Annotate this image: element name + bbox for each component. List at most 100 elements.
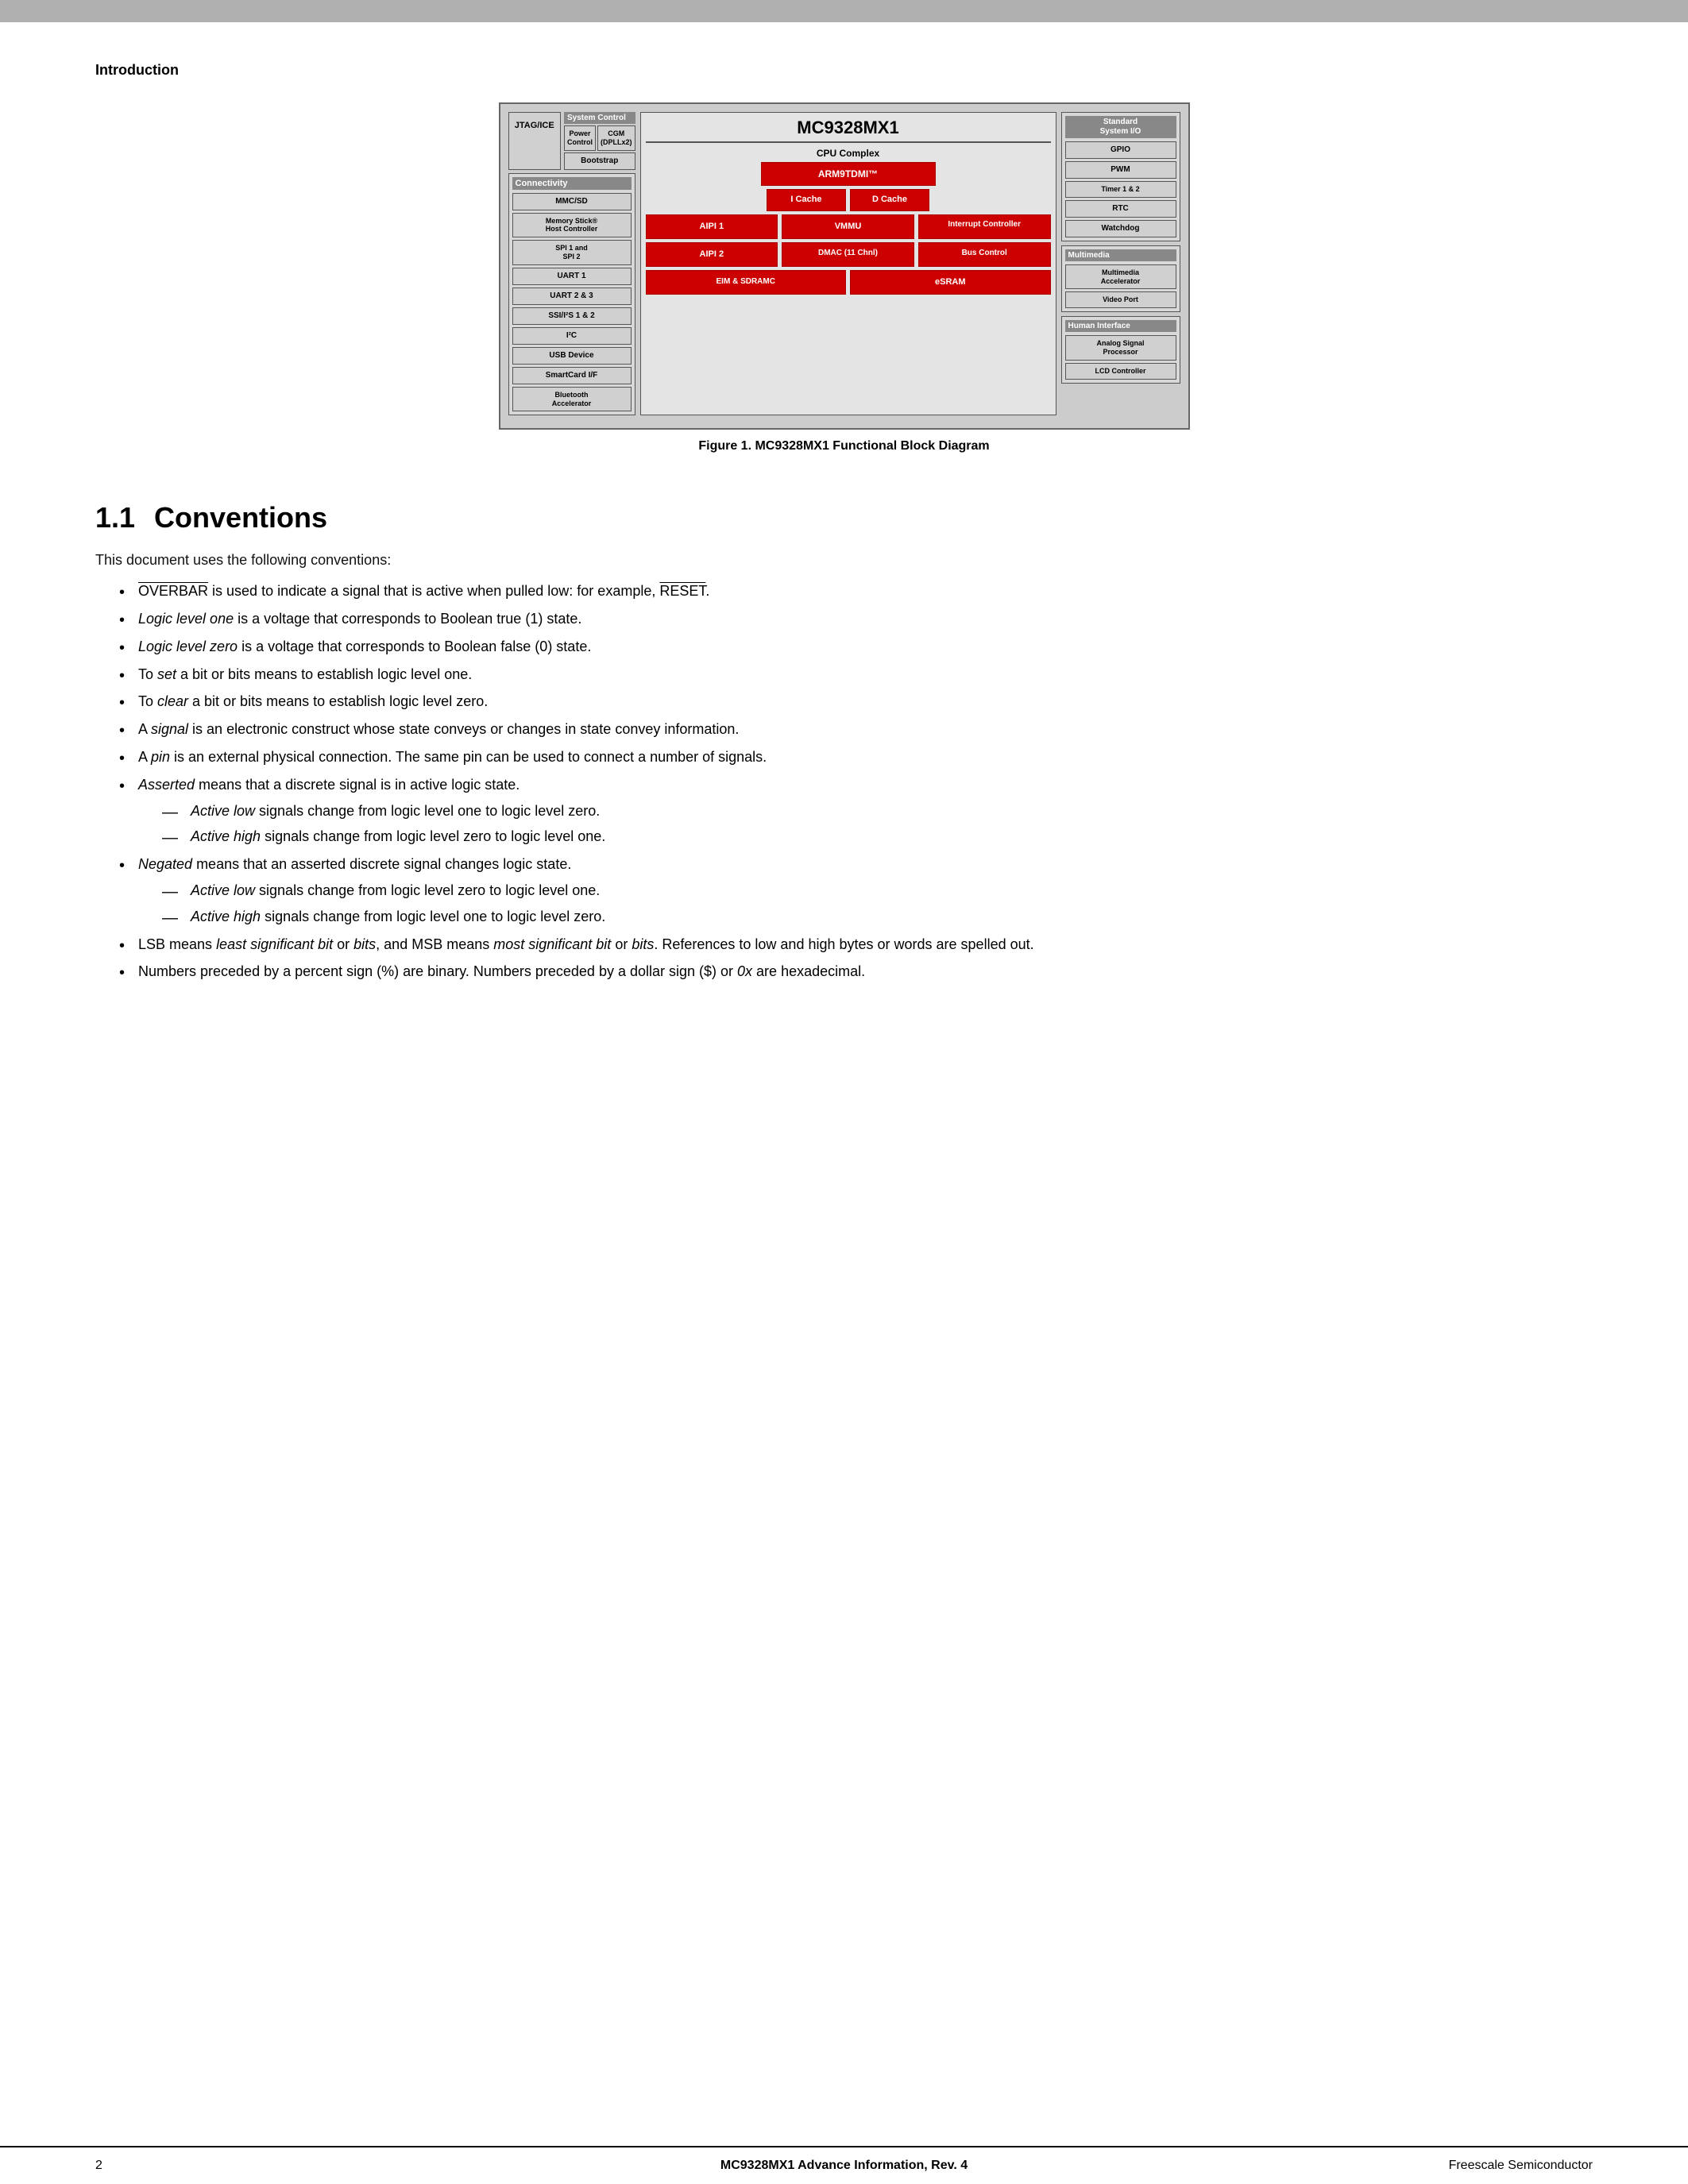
- sub-active-low-2: Active low signals change from logic lev…: [162, 879, 1593, 902]
- cpu-complex-label: CPU Complex: [646, 148, 1051, 159]
- bootstrap-block: Bootstrap: [564, 152, 635, 170]
- footer-company: Freescale Semiconductor: [1449, 2159, 1593, 2173]
- active-low-1: Active low: [191, 803, 255, 819]
- mmc-sd-block: MMC/SD: [512, 193, 632, 210]
- uart1-block: UART 1: [512, 268, 632, 285]
- human-interface-header: Human Interface: [1065, 320, 1176, 332]
- asserted-sub-list: Active low signals change from logic lev…: [162, 800, 1593, 849]
- gpio-block: GPIO: [1065, 141, 1176, 159]
- power-control-block: Power Control: [564, 125, 596, 151]
- footer-doc-title: MC9328MX1 Advance Information, Rev. 4: [720, 2159, 968, 2173]
- ssi-block: SSI/I²S 1 & 2: [512, 307, 632, 325]
- section-title: Conventions: [154, 501, 327, 534]
- set-word: set: [157, 666, 176, 682]
- bullet-negated: Negated means that an asserted discrete …: [119, 853, 1593, 928]
- system-control-header: System Control: [564, 112, 635, 124]
- bullet-asserted: Asserted means that a discrete signal is…: [119, 774, 1593, 848]
- rtc-block: RTC: [1065, 200, 1176, 218]
- active-high-1: Active high: [191, 828, 261, 844]
- dcache-block: D Cache: [850, 189, 929, 210]
- smartcard-block: SmartCard I/F: [512, 367, 632, 384]
- multimedia-header: Multimedia: [1065, 249, 1176, 261]
- jtag-block: JTAG/ICE: [508, 112, 562, 170]
- aipi1-block: AIPI 1: [646, 214, 778, 239]
- bluetooth-block: BluetoothAccelerator: [512, 387, 632, 412]
- active-high-2: Active high: [191, 909, 261, 924]
- lcd-controller-block: LCD Controller: [1065, 363, 1176, 380]
- bullet-pin: A pin is an external physical connection…: [119, 746, 1593, 769]
- reset-overbar: RESET: [659, 583, 705, 599]
- watchdog-block: Watchdog: [1065, 220, 1176, 237]
- negated-sub-list: Active low signals change from logic lev…: [162, 879, 1593, 928]
- conventions-list: OVERBAR is used to indicate a signal tha…: [119, 580, 1593, 983]
- interrupt-block: Interrupt Controller: [918, 214, 1051, 239]
- signal-word: signal: [151, 721, 188, 737]
- analog-signal-block: Analog SignalProcessor: [1065, 335, 1176, 361]
- block-diagram: JTAG/ICE System Control Power Control CG…: [499, 102, 1190, 430]
- i2c-block: I²C: [512, 327, 632, 345]
- dmac-block: DMAC (11 Chnl): [782, 242, 914, 267]
- lsb-text: least significant bit: [216, 936, 333, 952]
- bits-1: bits: [353, 936, 376, 952]
- esram-block: eSRAM: [850, 270, 1051, 295]
- bd-right-section: StandardSystem I/O GPIO PWM Timer 1 & 2 …: [1061, 112, 1180, 415]
- human-interface-section: Human Interface Analog SignalProcessor L…: [1061, 316, 1180, 383]
- section-header: Introduction: [95, 62, 1593, 79]
- usb-device-block: USB Device: [512, 347, 632, 365]
- footer: 2 MC9328MX1 Advance Information, Rev. 4 …: [0, 2146, 1688, 2184]
- icache-block: I Cache: [767, 189, 846, 210]
- eim-block: EIM & SDRAMC: [646, 270, 847, 295]
- bd-top-row: JTAG/ICE System Control Power Control CG…: [508, 112, 1180, 415]
- bullet-set: To set a bit or bits means to establish …: [119, 663, 1593, 686]
- negated-word: Negated: [138, 856, 192, 872]
- pin-word: pin: [151, 749, 170, 765]
- hex-prefix: 0x: [737, 963, 752, 979]
- bits-2: bits: [632, 936, 654, 952]
- uart23-block: UART 2 & 3: [512, 287, 632, 305]
- sub-active-low-1: Active low signals change from logic lev…: [162, 800, 1593, 823]
- logic-level-one: Logic level one: [138, 611, 234, 627]
- active-low-2: Active low: [191, 882, 255, 898]
- pwm-block: PWM: [1065, 161, 1176, 179]
- bus-control-block: Bus Control: [918, 242, 1051, 267]
- vmmu-block: VMMU: [782, 214, 914, 239]
- cgm-block: CGM (DPLLx2): [597, 125, 635, 151]
- section-number: 1.1: [95, 501, 135, 534]
- bullet-signal: A signal is an electronic construct whos…: [119, 718, 1593, 741]
- sub-active-high-1: Active high signals change from logic le…: [162, 825, 1593, 848]
- footer-page-number: 2: [95, 2159, 102, 2173]
- spi-block: SPI 1 andSPI 2: [512, 240, 632, 265]
- arm-block: ARM9TDMI™: [761, 162, 936, 186]
- standard-io-section: StandardSystem I/O GPIO PWM Timer 1 & 2 …: [1061, 112, 1180, 241]
- timer-block: Timer 1 & 2: [1065, 181, 1176, 198]
- connectivity-header: Connectivity: [512, 177, 632, 190]
- bullet-logic-one: Logic level one is a voltage that corres…: [119, 608, 1593, 631]
- chip-name: MC9328MX1: [646, 118, 1051, 143]
- clear-word: clear: [157, 693, 188, 709]
- standard-io-header: StandardSystem I/O: [1065, 116, 1176, 138]
- section-1-1: 1.1 Conventions This document uses the f…: [95, 501, 1593, 983]
- cpu-complex-section: MC9328MX1 CPU Complex ARM9TDMI™ I Cache …: [640, 112, 1056, 415]
- bullet-clear: To clear a bit or bits means to establis…: [119, 690, 1593, 713]
- logic-level-zero: Logic level zero: [138, 639, 238, 654]
- page: Introduction JTAG/ICE System Control Pow…: [0, 0, 1688, 2184]
- connectivity-section: Connectivity MMC/SD Memory Stick®Host Co…: [508, 173, 635, 416]
- overbar-text: OVERBAR: [138, 583, 208, 599]
- multimedia-section: Multimedia MultimediaAccelerator Video P…: [1061, 245, 1180, 312]
- aipi2-block: AIPI 2: [646, 242, 778, 267]
- multimedia-accel-block: MultimediaAccelerator: [1065, 264, 1176, 290]
- bullet-numbers: Numbers preceded by a percent sign (%) a…: [119, 960, 1593, 983]
- sub-active-high-2: Active high signals change from logic le…: [162, 905, 1593, 928]
- bullet-overbar: OVERBAR is used to indicate a signal tha…: [119, 580, 1593, 603]
- block-diagram-container: JTAG/ICE System Control Power Control CG…: [95, 102, 1593, 485]
- figure-caption: Figure 1. MC9328MX1 Functional Block Dia…: [698, 439, 989, 453]
- bullet-logic-zero: Logic level zero is a voltage that corre…: [119, 635, 1593, 658]
- asserted-word: Asserted: [138, 777, 195, 793]
- intro-text: This document uses the following convent…: [95, 549, 1593, 572]
- bullet-lsb-msb: LSB means least significant bit or bits,…: [119, 933, 1593, 956]
- memory-stick-block: Memory Stick®Host Controller: [512, 213, 632, 238]
- msb-text: most significant bit: [493, 936, 611, 952]
- video-port-block: Video Port: [1065, 291, 1176, 308]
- bd-left-section: JTAG/ICE System Control Power Control CG…: [508, 112, 635, 415]
- system-control-section: System Control Power Control CGM (DPLLx2…: [564, 112, 635, 170]
